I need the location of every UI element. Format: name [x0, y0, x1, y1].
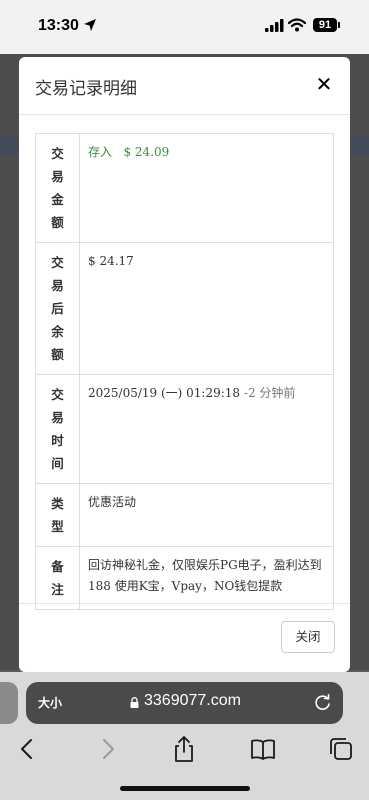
reload-icon[interactable]: [314, 694, 332, 712]
modal-header: 交易记录明细 ✕: [19, 57, 350, 115]
close-icon[interactable]: ✕: [312, 72, 336, 96]
address-bar[interactable]: 大小 3369077.com: [26, 682, 343, 724]
browser-chrome: 大小 3369077.com: [0, 672, 369, 800]
deposit-label: 存入: [88, 145, 113, 159]
share-icon[interactable]: [169, 734, 199, 764]
battery-cap: [338, 22, 340, 28]
close-button[interactable]: 关闭: [281, 621, 335, 653]
modal-title: 交易记录明细: [35, 79, 137, 99]
transaction-detail-modal: 交易记录明细 ✕ 交易金额 存入 $ 24.09 交易后余额 $ 24.17 交…: [19, 57, 350, 672]
back-icon[interactable]: [13, 734, 43, 764]
wifi-icon: [288, 18, 306, 32]
type-value: 优惠活动: [79, 483, 334, 547]
table-row: 备注 回访神秘礼金，仅限娱乐PG电子，盈利达到188 使用K宝，Vpay，NO钱…: [35, 546, 334, 610]
balance-value: $ 24.17: [79, 242, 334, 375]
location-arrow-icon: [84, 19, 96, 31]
battery-indicator: 91: [313, 18, 337, 32]
browser-toolbar: [0, 734, 369, 774]
home-indicator: [120, 786, 250, 791]
table-row: 类型 优惠活动: [35, 483, 334, 547]
amount-value: $ 24.09: [123, 145, 170, 159]
row-label-note: 备注: [51, 559, 64, 597]
lock-icon: [130, 697, 139, 708]
row-label-type: 类型: [51, 496, 64, 534]
note-value: 回访神秘礼金，仅限娱乐PG电子，盈利达到188 使用K宝，Vpay，NO钱包提款: [79, 546, 334, 610]
text-size-button[interactable]: 大小: [38, 694, 62, 711]
table-row: 交易后余额 $ 24.17: [35, 242, 334, 375]
url-text: 3369077.com: [144, 692, 241, 709]
status-bar: 13:30 91: [0, 0, 369, 54]
time-value: 2025/05/19 (一) 01:29:18: [88, 386, 241, 400]
transaction-detail-table: 交易金额 存入 $ 24.09 交易后余额 $ 24.17 交易时间 2025/…: [35, 133, 334, 610]
cellular-signal-icon: [265, 19, 284, 32]
row-label-amount: 交易金额: [51, 146, 64, 230]
row-label-balance: 交易后余额: [51, 255, 64, 362]
bookmarks-icon[interactable]: [248, 734, 278, 764]
tabs-icon[interactable]: [326, 734, 356, 764]
status-time: 13:30: [38, 17, 79, 34]
row-label-time: 交易时间: [51, 387, 64, 471]
previous-tab-peek[interactable]: [0, 682, 18, 724]
table-row: 交易金额 存入 $ 24.09: [35, 133, 334, 243]
forward-icon[interactable]: [92, 734, 122, 764]
relative-time: -2 分钟前: [243, 386, 296, 400]
modal-footer: 关闭: [19, 603, 350, 672]
table-row: 交易时间 2025/05/19 (一) 01:29:18 -2 分钟前: [35, 374, 334, 484]
